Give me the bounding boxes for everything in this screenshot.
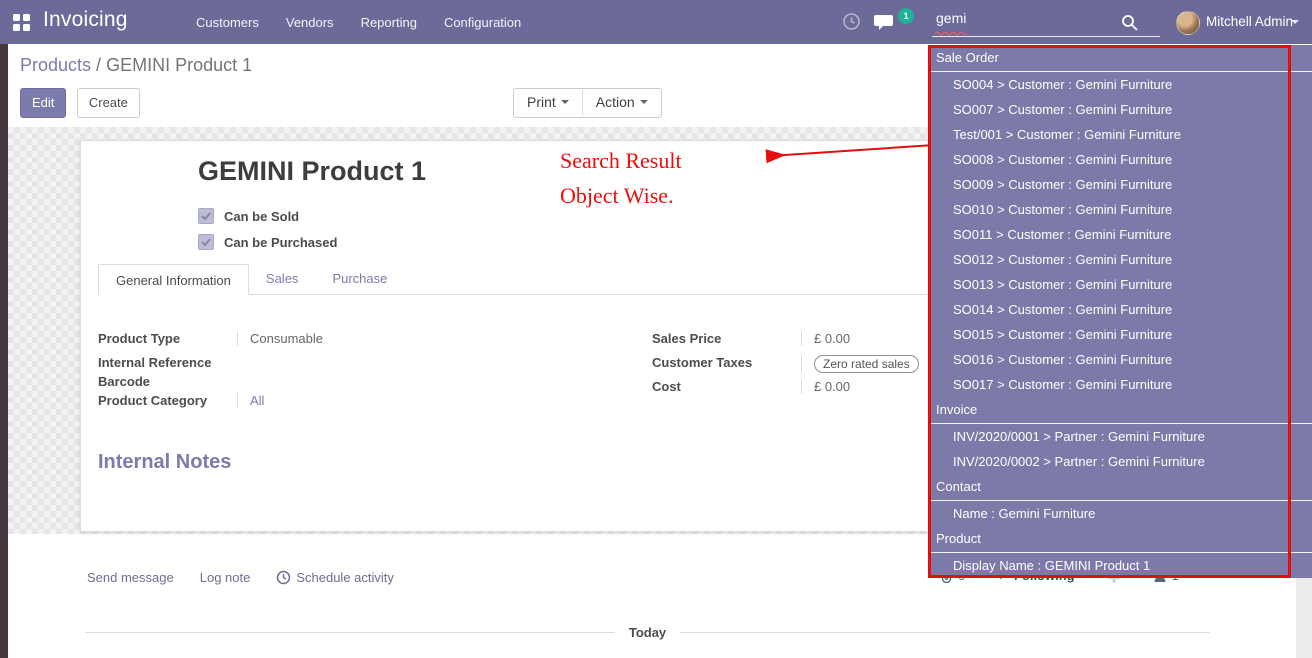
product-flags: Can be Sold Can be Purchased [198,203,337,255]
navbar-menu-configuration[interactable]: Configuration [444,15,521,30]
field-label: Internal Reference [98,355,237,370]
create-button[interactable]: Create [77,88,140,118]
search-result-item[interactable]: Test/001 > Customer : Gemini Furniture [928,122,1312,147]
navbar-menu-reporting[interactable]: Reporting [361,15,417,30]
search-result-item[interactable]: SO015 > Customer : Gemini Furniture [928,322,1312,347]
search-result-section-product: Product [928,526,1312,553]
form-buttons: Edit Create [20,88,140,118]
field-label: Barcode [98,374,237,389]
search-result-item[interactable]: Display Name : GEMINI Product 1 [928,553,1312,578]
edit-button[interactable]: Edit [20,88,66,118]
tab-purchase[interactable]: Purchase [315,263,404,294]
search-result-item[interactable]: SO011 > Customer : Gemini Furniture [928,222,1312,247]
search-icon[interactable] [1121,14,1138,31]
chatter-actions: Send message Log note Schedule activity [87,570,394,585]
field-label: Cost [652,379,801,394]
breadcrumb: Products / GEMINI Product 1 [20,55,252,76]
navbar-menus: Customers Vendors Reporting Configuration [196,0,521,44]
action-button[interactable]: Action [582,89,661,117]
annotation-line-1: Search Result [560,148,682,174]
search-result-item[interactable]: SO013 > Customer : Gemini Furniture [928,272,1312,297]
schedule-clock-icon [276,570,291,585]
action-caret-icon [640,100,648,104]
print-action-group: Print Action [513,88,662,118]
checkbox-label: Can be Purchased [224,235,337,250]
navbar-menu-vendors[interactable]: Vendors [286,15,334,30]
search-result-item[interactable]: SO017 > Customer : Gemini Furniture [928,372,1312,397]
field-group-left: Product TypeConsumableInternal Reference… [98,331,548,412]
search-result-item[interactable]: SO007 > Customer : Gemini Furniture [928,97,1312,122]
messages-count-badge[interactable]: 1 [898,8,914,24]
global-search [932,6,1160,37]
send-message-button[interactable]: Send message [87,570,174,585]
print-caret-icon [561,100,569,104]
search-result-item[interactable]: SO012 > Customer : Gemini Furniture [928,247,1312,272]
field-value-product-type: Consumable [237,331,548,346]
search-result-item[interactable]: SO010 > Customer : Gemini Furniture [928,197,1312,222]
field-row-product-category: Product CategoryAll [98,393,548,412]
log-note-button[interactable]: Log note [200,570,251,585]
field-label: Sales Price [652,331,801,346]
checkbox-can-be-sold[interactable] [198,208,214,224]
customer-tax-badge: Zero rated sales [814,355,919,373]
field-label: Product Type [98,331,237,346]
field-row-internal-reference: Internal Reference [98,355,548,374]
search-result-item[interactable]: INV/2020/0002 > Partner : Gemini Furnitu… [928,449,1312,474]
global-search-input[interactable] [934,9,1128,27]
checkbox-row: Can be Purchased [198,229,337,255]
breadcrumb-separator: / [91,55,106,75]
search-result-section-invoice: Invoice [928,397,1312,424]
tab-sales[interactable]: Sales [249,263,316,294]
breadcrumb-products-link[interactable]: Products [20,55,91,75]
user-avatar[interactable] [1176,11,1200,35]
vertical-scrollbar[interactable] [1296,578,1312,658]
annotation-line-2: Object Wise. [560,183,674,209]
search-result-section-contact: Contact [928,474,1312,501]
messages-chat-icon[interactable] [874,12,898,32]
product-title: GEMINI Product 1 [198,156,426,187]
user-menu[interactable]: Mitchell Admin [1206,14,1293,29]
internal-notes-heading: Internal Notes [98,451,231,474]
activities-clock-icon[interactable] [842,12,861,31]
tab-general-information[interactable]: General Information [98,264,249,295]
checkbox-row: Can be Sold [198,203,337,229]
checkbox-can-be-purchased[interactable] [198,234,214,250]
today-divider: Today [85,625,1210,640]
app-window: Invoicing Customers Vendors Reporting Confi… [0,0,1312,658]
spellcheck-squiggle [935,30,969,35]
search-result-item[interactable]: SO004 > Customer : Gemini Furniture [928,72,1312,97]
search-result-item[interactable]: SO009 > Customer : Gemini Furniture [928,172,1312,197]
field-value-product-category[interactable]: All [237,393,548,408]
print-button[interactable]: Print [514,89,582,117]
field-row-product-type: Product TypeConsumable [98,331,548,355]
user-caret-down-icon[interactable] [1291,20,1299,24]
field-label: Product Category [98,393,237,408]
left-edge-strip [0,44,8,658]
field-row-barcode: Barcode [98,374,548,393]
field-label: Customer Taxes [652,355,801,370]
apps-menu-icon[interactable] [13,14,30,31]
navbar-menu-customers[interactable]: Customers [196,15,259,30]
checkbox-label: Can be Sold [224,209,299,224]
annotation-arrow [756,136,936,166]
search-result-item[interactable]: INV/2020/0001 > Partner : Gemini Furnitu… [928,424,1312,449]
search-result-item[interactable]: SO014 > Customer : Gemini Furniture [928,297,1312,322]
search-result-item[interactable]: SO008 > Customer : Gemini Furniture [928,147,1312,172]
top-navbar: Invoicing Customers Vendors Reporting Confi… [0,0,1312,44]
search-result-item[interactable]: SO016 > Customer : Gemini Furniture [928,347,1312,372]
app-name[interactable]: Invoicing [43,8,128,32]
breadcrumb-current: GEMINI Product 1 [106,55,252,75]
search-result-section-sale-order: Sale Order [928,45,1312,72]
search-results-dropdown: Sale OrderSO004 > Customer : Gemini Furn… [928,45,1312,578]
search-result-item[interactable]: Name : Gemini Furniture [928,501,1312,526]
schedule-activity-button[interactable]: Schedule activity [276,570,394,585]
